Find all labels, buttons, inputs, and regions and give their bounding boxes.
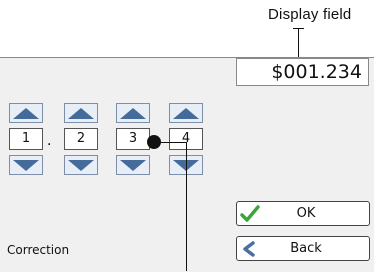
increment-button-2[interactable] xyxy=(64,103,98,123)
triangle-down-icon xyxy=(68,159,94,171)
callout-line-horizontal xyxy=(154,142,187,143)
decimal-separator: . xyxy=(47,133,52,149)
triangle-up-icon xyxy=(13,107,39,119)
decrement-button-2[interactable] xyxy=(64,155,98,175)
back-button-label: Back xyxy=(290,241,322,256)
increment-button-1[interactable] xyxy=(9,103,43,123)
digit-field-2[interactable]: 2 xyxy=(64,128,98,150)
callout-line-vertical xyxy=(186,142,187,271)
triangle-up-icon xyxy=(173,107,199,119)
correction-label: Correction xyxy=(7,243,70,257)
checkmark-icon xyxy=(237,204,263,223)
digit-column-2: 2 xyxy=(64,103,98,175)
ok-button-label: OK xyxy=(296,206,316,221)
ok-button[interactable]: OK xyxy=(236,201,370,226)
digit-field-1[interactable]: 1 xyxy=(9,128,43,150)
display-field: $001.234 xyxy=(236,58,369,86)
back-arrow-icon xyxy=(237,240,263,257)
increment-button-4[interactable] xyxy=(169,103,203,123)
back-button[interactable]: Back xyxy=(236,236,370,261)
decrement-button-3[interactable] xyxy=(116,155,150,175)
decrement-button-1[interactable] xyxy=(9,155,43,175)
digit-column-1: 1 xyxy=(9,103,43,175)
triangle-down-icon xyxy=(120,159,146,171)
triangle-down-icon xyxy=(13,159,39,171)
triangle-up-icon xyxy=(68,107,94,119)
triangle-up-icon xyxy=(120,107,146,119)
display-field-callout-label: Display field xyxy=(268,6,352,23)
digit-field-3[interactable]: 3 xyxy=(116,128,150,150)
digit-column-3: 3 xyxy=(116,103,150,175)
increment-button-3[interactable] xyxy=(116,103,150,123)
